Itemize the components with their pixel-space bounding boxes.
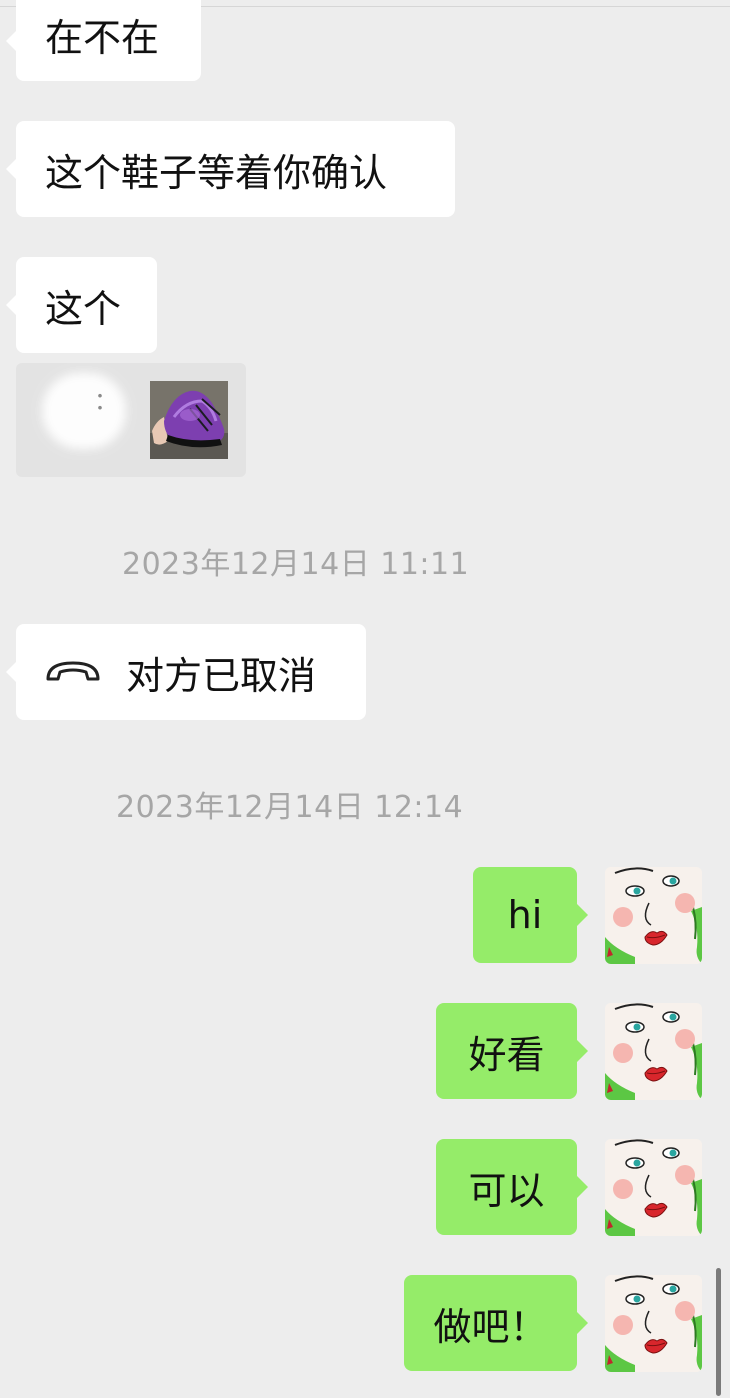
avatar[interactable] [605, 1275, 702, 1372]
cartoon-face-avatar-icon [605, 1139, 702, 1236]
message-bubble-outgoing[interactable]: hi [473, 867, 588, 963]
message-bubble-incoming[interactable]: 这个鞋子等着你确认 [6, 121, 455, 217]
message-text: hi [507, 893, 543, 937]
avatar[interactable] [605, 1139, 702, 1236]
avatar[interactable] [605, 1003, 702, 1100]
message-text: 好看 [468, 1032, 545, 1077]
purple-shoe-photo-icon [150, 381, 228, 459]
message-text: 这个 [45, 286, 122, 331]
phone-hangup-icon [44, 657, 102, 687]
timestamp: 2023年12月14日 12:14 [116, 790, 464, 825]
message-bubble-incoming[interactable]: 这个 [6, 257, 157, 353]
message-text: 在不在 [45, 16, 160, 60]
cartoon-face-avatar-icon [605, 1275, 702, 1372]
message-text: 这个鞋子等着你确认 [45, 150, 388, 195]
message-text: 做吧！ [433, 1304, 548, 1349]
call-status-text: 对方已取消 [126, 653, 317, 698]
message-bubble-outgoing[interactable]: 可以 [436, 1139, 588, 1235]
scrollbar[interactable] [716, 1268, 721, 1396]
cartoon-face-avatar-icon [605, 1003, 702, 1100]
call-record-bubble[interactable]: 对方已取消 [6, 624, 366, 720]
message-bubble-outgoing[interactable]: 好看 [436, 1003, 588, 1099]
shoe-thumbnail-image[interactable] [150, 381, 228, 459]
message-bubble-incoming[interactable]: 在不在 [6, 0, 201, 81]
message-text: 可以 [468, 1168, 545, 1213]
avatar[interactable] [605, 867, 702, 964]
message-bubble-outgoing[interactable]: 做吧！ [404, 1275, 588, 1371]
cartoon-face-avatar-icon [605, 867, 702, 964]
quoted-message[interactable]: ： [16, 363, 246, 477]
timestamp: 2023年12月14日 11:11 [122, 547, 470, 582]
quote-sender-label: ： [94, 387, 118, 415]
